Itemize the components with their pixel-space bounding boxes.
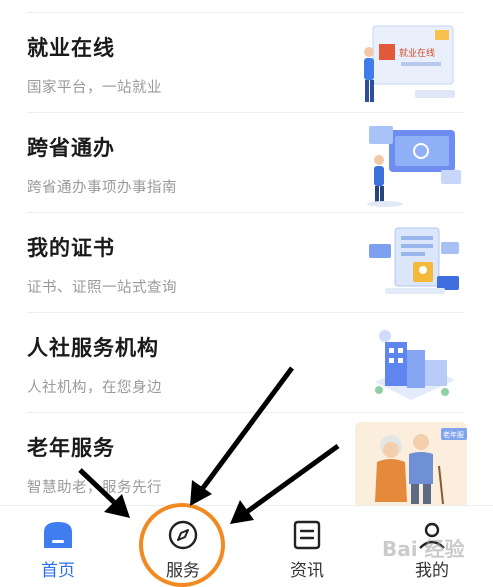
employment-illustration: 就业在线 <box>364 25 455 102</box>
elderly-illustration: 老年服 <box>355 422 467 508</box>
divider <box>27 412 463 413</box>
service-title: 我的证书 <box>27 236 115 260</box>
tab-label: 资讯 <box>290 561 324 581</box>
divider <box>27 212 463 213</box>
news-icon <box>293 520 321 550</box>
service-subtitle: 国家平台，一站就业 <box>27 80 162 96</box>
home-icon <box>44 522 72 548</box>
institution-illustration <box>375 330 455 400</box>
service-item-certificates[interactable]: 我的证书 证书、证照一站式查询 <box>27 214 467 314</box>
service-title: 人社服务机构 <box>27 336 159 360</box>
service-title: 就业在线 <box>27 36 115 60</box>
service-item-institutions[interactable]: 人社服务机构 人社机构，在您身边 <box>27 314 467 414</box>
tab-label: 首页 <box>41 561 75 581</box>
watermark: Bai 经验 <box>382 537 465 561</box>
tab-home[interactable]: 首页 <box>18 506 98 587</box>
service-subtitle: 人社机构，在您身边 <box>27 380 162 396</box>
illus-label: 就业在线 <box>399 47 435 59</box>
illus-label: 老年服 <box>443 430 464 439</box>
service-subtitle: 智慧助老，服务先行 <box>27 480 162 496</box>
divider <box>27 112 463 113</box>
divider <box>27 12 463 13</box>
divider <box>27 312 463 313</box>
service-subtitle: 跨省通办事项办事指南 <box>27 180 177 196</box>
cross-province-illustration <box>367 126 461 207</box>
certificate-illustration <box>369 227 459 294</box>
service-item-cross-province[interactable]: 跨省通办 跨省通办事项办事指南 <box>27 114 467 214</box>
service-title: 跨省通办 <box>27 136 115 160</box>
service-subtitle: 证书、证照一站式查询 <box>27 280 177 296</box>
service-item-elderly[interactable]: 老年服务 智慧助老，服务先行 老年服 <box>27 414 467 514</box>
tab-news[interactable]: 资讯 <box>267 506 347 587</box>
service-title: 老年服务 <box>27 436 115 460</box>
highlight-circle <box>139 503 225 587</box>
service-item-employment[interactable]: 就业在线 国家平台，一站就业 就业在线 <box>27 14 467 114</box>
